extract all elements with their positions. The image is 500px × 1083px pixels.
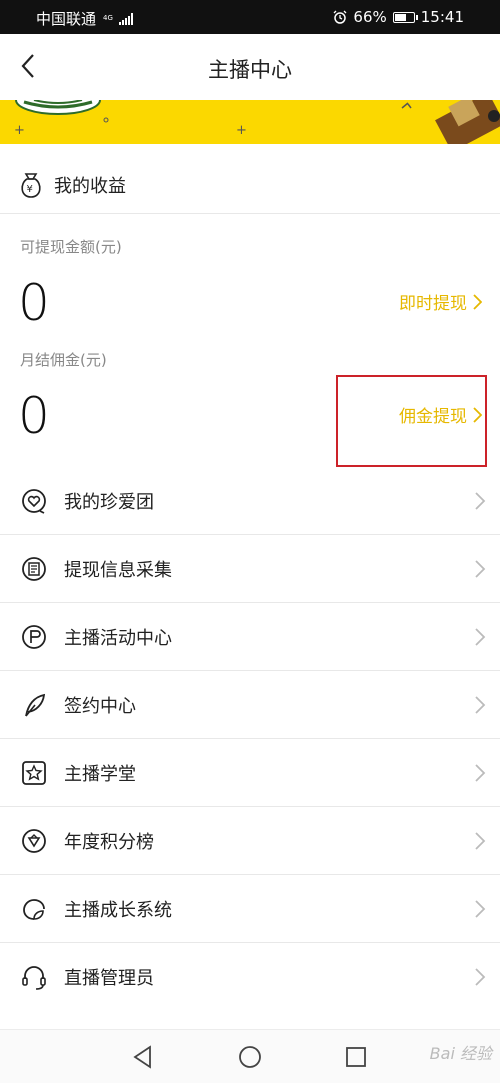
- clock: 15:41: [420, 8, 464, 26]
- instant-withdraw-link[interactable]: 即时提现: [399, 289, 482, 314]
- menu-item-annual-ranking[interactable]: 年度积分榜: [0, 807, 500, 875]
- nav-bar: 主播中心: [0, 34, 500, 100]
- menu-list: 我的珍爱团 提现信息采集 主播活动中心 签约中心 主播学堂 年度积分榜 主播成长…: [0, 467, 500, 1011]
- battery-fill: [394, 13, 406, 21]
- money-bag-icon: ¥: [21, 172, 41, 198]
- ranking-badge-icon: [22, 829, 46, 853]
- banner-illustration: + +: [14, 100, 500, 144]
- menu-item-label: 提现信息采集: [64, 559, 172, 581]
- star-square-icon: [22, 761, 46, 785]
- page-title: 主播中心: [208, 58, 292, 82]
- battery-icon: [392, 11, 418, 23]
- promo-banner[interactable]: + +: [0, 100, 500, 144]
- chevron-right-icon: [475, 832, 486, 850]
- withdrawable-label: 可提现金额(元): [20, 238, 122, 256]
- status-bar: 中国联通 4G 66% 15:41: [0, 0, 500, 34]
- svg-text:+: +: [14, 123, 25, 138]
- signal-icon: [118, 12, 133, 25]
- flag-circle-icon: [22, 625, 46, 649]
- heart-circle-icon: [22, 489, 46, 514]
- annotation-highlight-box: [336, 375, 487, 467]
- menu-item-live-admin[interactable]: 直播管理员: [0, 943, 500, 1011]
- menu-item-label: 直播管理员: [64, 968, 154, 989]
- watermark: Bai 经验: [429, 1044, 492, 1063]
- svg-text:¥: ¥: [27, 184, 33, 195]
- nav-back-icon[interactable]: [130, 1044, 156, 1070]
- nav-home-icon[interactable]: [237, 1044, 263, 1070]
- earnings-header: ¥ 我的收益: [0, 156, 500, 214]
- menu-item-label: 主播成长系统: [64, 899, 172, 921]
- menu-item-withdraw-info[interactable]: 提现信息采集: [0, 535, 500, 603]
- menu-item-growth-system[interactable]: 主播成长系统: [0, 875, 500, 943]
- chevron-right-icon: [475, 968, 486, 986]
- alarm-icon: [333, 10, 347, 24]
- svg-text:+: +: [236, 123, 247, 138]
- chevron-right-icon: [475, 696, 486, 714]
- monthly-commission-amount: 0: [18, 387, 50, 445]
- battery-percent: 66%: [353, 8, 387, 26]
- instant-withdraw-label: 即时提现: [399, 294, 467, 314]
- menu-item-activity-center[interactable]: 主播活动中心: [0, 603, 500, 671]
- chevron-right-icon: [475, 492, 486, 510]
- chevron-right-icon: [475, 900, 486, 918]
- headset-icon: [22, 966, 46, 990]
- menu-item-fan-club[interactable]: 我的珍爱团: [0, 467, 500, 535]
- menu-item-academy[interactable]: 主播学堂: [0, 739, 500, 807]
- system-nav-bar: [0, 1029, 500, 1083]
- menu-item-label: 签约中心: [64, 695, 136, 717]
- chevron-right-icon: [475, 628, 486, 646]
- menu-item-label: 主播学堂: [64, 763, 136, 785]
- monthly-commission-label: 月结佣金(元): [20, 351, 107, 369]
- growth-icon: [23, 899, 45, 920]
- menu-item-label: 主播活动中心: [64, 627, 172, 649]
- chevron-right-icon: [473, 293, 482, 310]
- withdrawable-amount: 0: [18, 274, 50, 332]
- carrier-name: 中国联通: [36, 10, 97, 28]
- menu-item-label: 年度积分榜: [64, 831, 154, 853]
- document-icon: [22, 557, 46, 581]
- chevron-right-icon: [475, 560, 486, 578]
- feather-icon: [25, 693, 46, 717]
- chevron-right-icon: [475, 764, 486, 782]
- nav-recents-icon[interactable]: [343, 1044, 369, 1070]
- menu-item-label: 我的珍爱团: [64, 491, 154, 513]
- network-type: 4G: [103, 14, 113, 22]
- menu-item-contract-center[interactable]: 签约中心: [0, 671, 500, 739]
- earnings-title: 我的收益: [54, 175, 126, 197]
